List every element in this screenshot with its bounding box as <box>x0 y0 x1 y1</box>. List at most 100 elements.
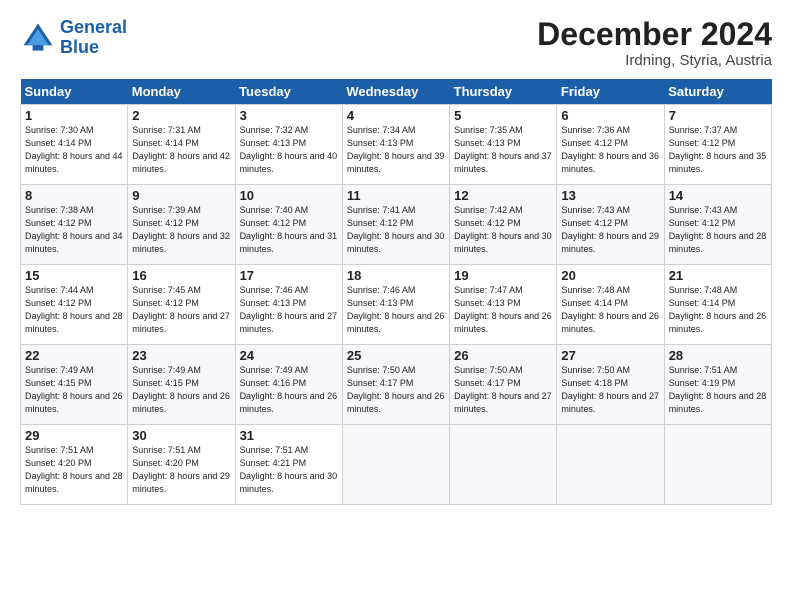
day-8: 8 Sunrise: 7:38 AM Sunset: 4:12 PM Dayli… <box>21 185 128 265</box>
header-row: Sunday Monday Tuesday Wednesday Thursday… <box>21 79 772 105</box>
sunset-6: Sunset: 4:12 PM <box>561 138 628 148</box>
cell-text-6: Sunrise: 7:36 AM Sunset: 4:12 PM Dayligh… <box>561 124 659 176</box>
week-1: 1 Sunrise: 7:30 AM Sunset: 4:14 PM Dayli… <box>21 105 772 185</box>
day-num-29: 29 <box>25 428 123 443</box>
day-30: 30 Sunrise: 7:51 AM Sunset: 4:20 PM Dayl… <box>128 425 235 505</box>
day-num-24: 24 <box>240 348 338 363</box>
empty-cell-1 <box>342 425 449 505</box>
day-5: 5 Sunrise: 7:35 AM Sunset: 4:13 PM Dayli… <box>450 105 557 185</box>
sunset-7: Sunset: 4:12 PM <box>669 138 736 148</box>
daylight-5: Daylight: 8 hours and 37 minutes. <box>454 151 552 174</box>
day-num-23: 23 <box>132 348 230 363</box>
day-31: 31 Sunrise: 7:51 AM Sunset: 4:21 PM Dayl… <box>235 425 342 505</box>
day-12: 12 Sunrise: 7:42 AM Sunset: 4:12 PM Dayl… <box>450 185 557 265</box>
sunrise-6: Sunrise: 7:36 AM <box>561 125 630 135</box>
day-num-6: 6 <box>561 108 659 123</box>
day-num-28: 28 <box>669 348 767 363</box>
col-monday: Monday <box>128 79 235 105</box>
logo-icon <box>20 20 56 56</box>
day-num-22: 22 <box>25 348 123 363</box>
col-friday: Friday <box>557 79 664 105</box>
day-num-10: 10 <box>240 188 338 203</box>
daylight-1: Daylight: 8 hours and 44 minutes. <box>25 151 123 174</box>
day-num-30: 30 <box>132 428 230 443</box>
day-num-2: 2 <box>132 108 230 123</box>
day-11: 11 Sunrise: 7:41 AM Sunset: 4:12 PM Dayl… <box>342 185 449 265</box>
daylight-6: Daylight: 8 hours and 36 minutes. <box>561 151 659 174</box>
daylight-3: Daylight: 8 hours and 40 minutes. <box>240 151 338 174</box>
day-28: 28 Sunrise: 7:51 AM Sunset: 4:19 PM Dayl… <box>664 345 771 425</box>
sunset-2: Sunset: 4:14 PM <box>132 138 199 148</box>
logo: General Blue <box>20 18 127 58</box>
sunrise-4: Sunrise: 7:34 AM <box>347 125 416 135</box>
day-29: 29 Sunrise: 7:51 AM Sunset: 4:20 PM Dayl… <box>21 425 128 505</box>
sunset-5: Sunset: 4:13 PM <box>454 138 521 148</box>
sunrise-1: Sunrise: 7:30 AM <box>25 125 94 135</box>
day-20: 20 Sunrise: 7:48 AM Sunset: 4:14 PM Dayl… <box>557 265 664 345</box>
cell-text-5: Sunrise: 7:35 AM Sunset: 4:13 PM Dayligh… <box>454 124 552 176</box>
month-title: December 2024 <box>537 18 772 50</box>
day-num-31: 31 <box>240 428 338 443</box>
day-num-15: 15 <box>25 268 123 283</box>
calendar-table: Sunday Monday Tuesday Wednesday Thursday… <box>20 79 772 505</box>
day-17: 17 Sunrise: 7:46 AM Sunset: 4:13 PM Dayl… <box>235 265 342 345</box>
sunrise-2: Sunrise: 7:31 AM <box>132 125 201 135</box>
col-tuesday: Tuesday <box>235 79 342 105</box>
empty-cell-3 <box>557 425 664 505</box>
empty-cell-2 <box>450 425 557 505</box>
day-num-5: 5 <box>454 108 552 123</box>
day-num-7: 7 <box>669 108 767 123</box>
day-num-20: 20 <box>561 268 659 283</box>
day-21: 21 Sunrise: 7:48 AM Sunset: 4:14 PM Dayl… <box>664 265 771 345</box>
day-num-11: 11 <box>347 188 445 203</box>
day-num-8: 8 <box>25 188 123 203</box>
page-container: General Blue December 2024 Irdning, Styr… <box>0 0 792 515</box>
day-6: 6 Sunrise: 7:36 AM Sunset: 4:12 PM Dayli… <box>557 105 664 185</box>
day-num-16: 16 <box>132 268 230 283</box>
daylight-7: Daylight: 8 hours and 35 minutes. <box>669 151 767 174</box>
daylight-2: Daylight: 8 hours and 42 minutes. <box>132 151 230 174</box>
day-13: 13 Sunrise: 7:43 AM Sunset: 4:12 PM Dayl… <box>557 185 664 265</box>
day-22: 22 Sunrise: 7:49 AM Sunset: 4:15 PM Dayl… <box>21 345 128 425</box>
day-14: 14 Sunrise: 7:43 AM Sunset: 4:12 PM Dayl… <box>664 185 771 265</box>
header: General Blue December 2024 Irdning, Styr… <box>20 18 772 69</box>
day-num-25: 25 <box>347 348 445 363</box>
day-10: 10 Sunrise: 7:40 AM Sunset: 4:12 PM Dayl… <box>235 185 342 265</box>
day-num-14: 14 <box>669 188 767 203</box>
day-num-27: 27 <box>561 348 659 363</box>
sunset-1: Sunset: 4:14 PM <box>25 138 92 148</box>
day-2: 2 Sunrise: 7:31 AM Sunset: 4:14 PM Dayli… <box>128 105 235 185</box>
day-num-26: 26 <box>454 348 552 363</box>
day-num-3: 3 <box>240 108 338 123</box>
cell-text-7: Sunrise: 7:37 AM Sunset: 4:12 PM Dayligh… <box>669 124 767 176</box>
sunrise-3: Sunrise: 7:32 AM <box>240 125 309 135</box>
sunrise-5: Sunrise: 7:35 AM <box>454 125 523 135</box>
cell-text-1: Sunrise: 7:30 AM Sunset: 4:14 PM Dayligh… <box>25 124 123 176</box>
logo-text: General Blue <box>60 18 127 58</box>
day-9: 9 Sunrise: 7:39 AM Sunset: 4:12 PM Dayli… <box>128 185 235 265</box>
day-1: 1 Sunrise: 7:30 AM Sunset: 4:14 PM Dayli… <box>21 105 128 185</box>
logo-line1: General <box>60 17 127 37</box>
empty-cell-4 <box>664 425 771 505</box>
cell-text-4: Sunrise: 7:34 AM Sunset: 4:13 PM Dayligh… <box>347 124 445 176</box>
day-num-4: 4 <box>347 108 445 123</box>
day-num-21: 21 <box>669 268 767 283</box>
day-23: 23 Sunrise: 7:49 AM Sunset: 4:15 PM Dayl… <box>128 345 235 425</box>
week-5: 29 Sunrise: 7:51 AM Sunset: 4:20 PM Dayl… <box>21 425 772 505</box>
day-19: 19 Sunrise: 7:47 AM Sunset: 4:13 PM Dayl… <box>450 265 557 345</box>
day-num-13: 13 <box>561 188 659 203</box>
day-num-1: 1 <box>25 108 123 123</box>
week-3: 15 Sunrise: 7:44 AM Sunset: 4:12 PM Dayl… <box>21 265 772 345</box>
col-wednesday: Wednesday <box>342 79 449 105</box>
col-saturday: Saturday <box>664 79 771 105</box>
week-4: 22 Sunrise: 7:49 AM Sunset: 4:15 PM Dayl… <box>21 345 772 425</box>
sunset-3: Sunset: 4:13 PM <box>240 138 307 148</box>
day-16: 16 Sunrise: 7:45 AM Sunset: 4:12 PM Dayl… <box>128 265 235 345</box>
day-15: 15 Sunrise: 7:44 AM Sunset: 4:12 PM Dayl… <box>21 265 128 345</box>
day-26: 26 Sunrise: 7:50 AM Sunset: 4:17 PM Dayl… <box>450 345 557 425</box>
cell-text-8: Sunrise: 7:38 AM Sunset: 4:12 PM Dayligh… <box>25 204 123 256</box>
day-num-9: 9 <box>132 188 230 203</box>
col-sunday: Sunday <box>21 79 128 105</box>
day-num-19: 19 <box>454 268 552 283</box>
logo-line2: Blue <box>60 37 99 57</box>
